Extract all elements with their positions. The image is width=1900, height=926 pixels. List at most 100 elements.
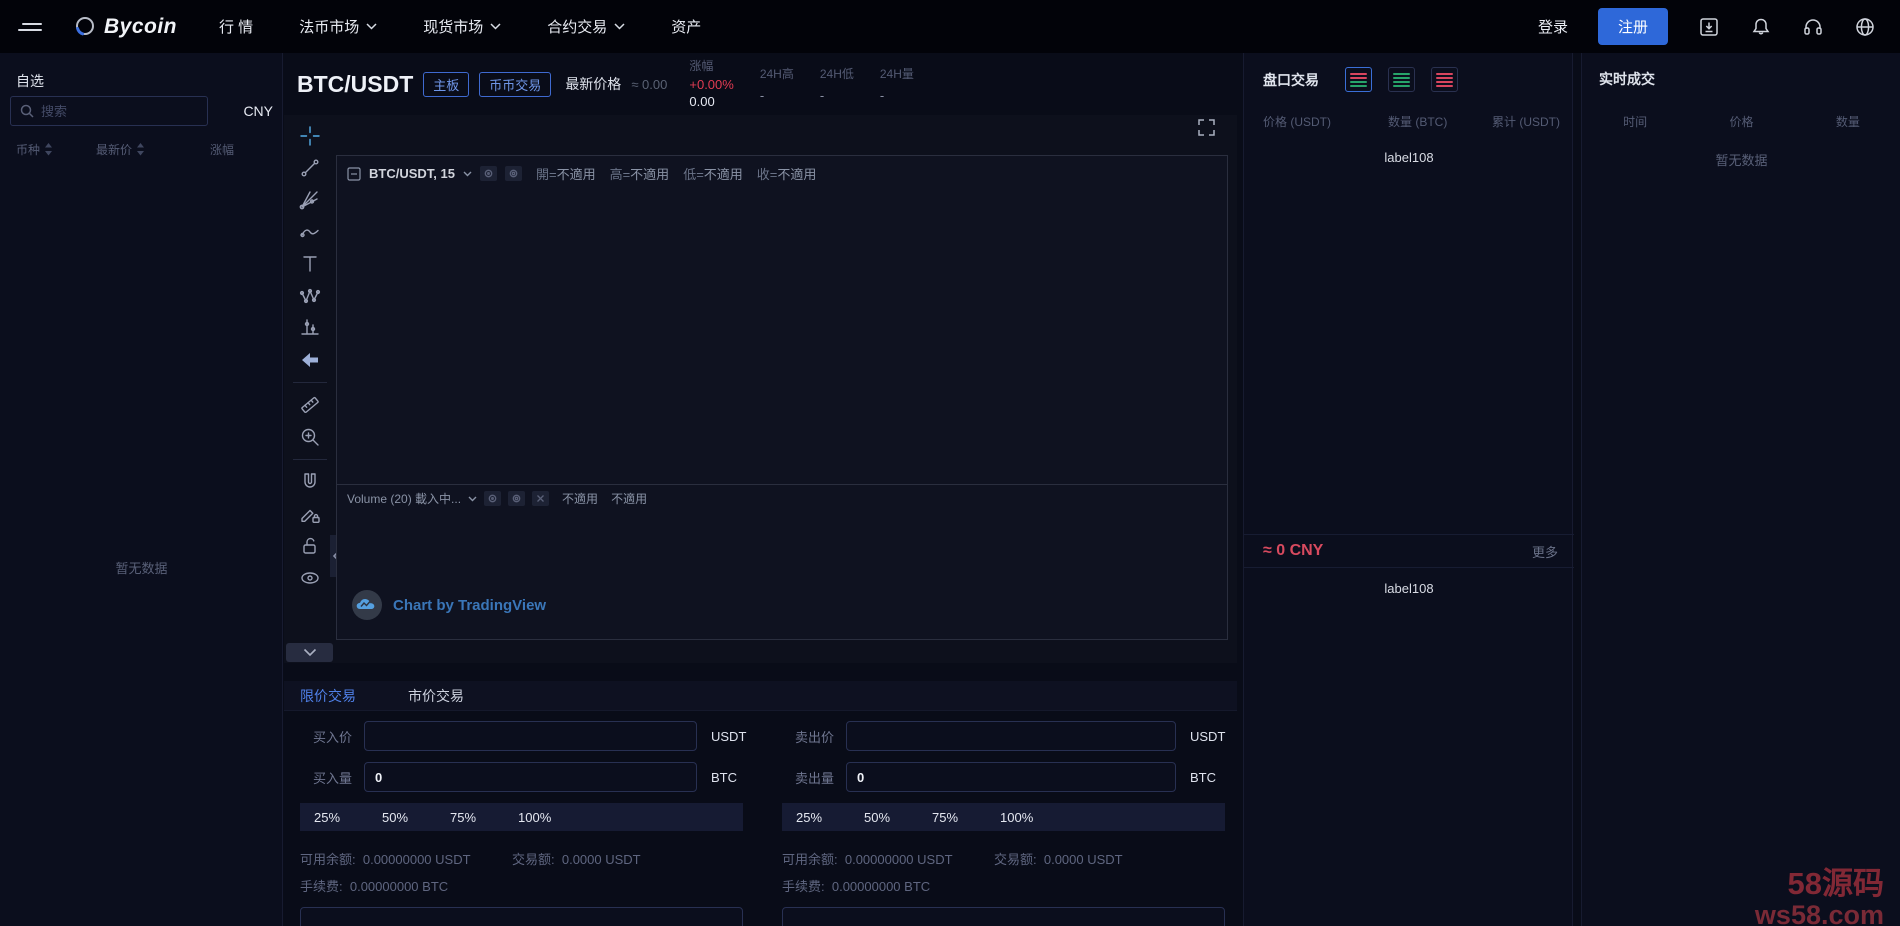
more-link[interactable]: 更多 [1532,542,1558,561]
column-coin[interactable]: 币种 [16,141,53,158]
eye-icon[interactable] [480,166,497,181]
ruler-icon[interactable] [292,390,328,420]
register-button[interactable]: 注册 [1598,8,1668,45]
globe-icon[interactable] [1854,16,1876,38]
buy-percent-100[interactable]: 100% [504,810,572,825]
sell-available: 0.00000000 USDT [845,852,953,867]
volume-value: 不適用 [562,490,598,507]
logo-icon [72,14,98,40]
currency-selector[interactable]: CNY [243,103,273,119]
trade-tabs: 限价交易 市价交易 [284,681,1237,711]
toolbar-divider [293,459,327,460]
settings-icon[interactable] [508,491,525,506]
search-icon [19,103,35,119]
close-icon[interactable] [532,491,549,506]
pane-divider[interactable] [337,484,1227,485]
eye-icon[interactable] [292,563,328,593]
nav-item-contract[interactable]: 合约交易 [547,16,625,37]
magnet-icon[interactable] [292,467,328,497]
login-link[interactable]: 登录 [1538,16,1568,37]
trades-empty: 暂无数据 [1582,150,1900,169]
buy-price-input[interactable] [364,721,697,751]
tab-limit-order[interactable]: 限价交易 [300,686,356,706]
brush-icon[interactable] [292,217,328,247]
sell-percent-50[interactable]: 50% [850,810,918,825]
draw-lock-icon[interactable] [292,499,328,529]
nav-item-assets[interactable]: 资产 [671,16,701,37]
sell-percent-25[interactable]: 25% [782,810,850,825]
nav-item-spot[interactable]: 现货市场 [423,16,501,37]
sell-price-unit: USDT [1190,729,1234,744]
nav-item-market[interactable]: 行 情 [219,16,253,37]
sell-amount-label: 卖出量 [782,768,834,787]
chevron-down-icon [303,648,317,657]
sell-percent-bar: 25% 50% 75% 100% [782,803,1225,831]
watermark-line2: ws58.com [1755,901,1884,926]
gann-lines-icon[interactable] [292,185,328,215]
search-input[interactable] [10,96,208,126]
sell-percent-75[interactable]: 75% [918,810,986,825]
crosshair-icon[interactable] [292,121,328,151]
chart-symbol[interactable]: BTC/USDT, 15 [369,166,455,181]
buy-total: 0.0000 USDT [562,852,641,867]
toolbar-collapse-button[interactable] [286,643,333,662]
bell-icon[interactable] [1750,16,1772,38]
asks-placeholder: label108 [1244,150,1574,165]
headset-icon[interactable] [1802,16,1824,38]
lock-icon[interactable] [292,531,328,561]
download-icon[interactable] [1698,16,1720,38]
forecast-icon[interactable] [292,313,328,343]
collapse-pane-icon[interactable] [347,167,361,181]
chart-toolbar [284,115,336,663]
sell-amount-unit: BTC [1190,770,1234,785]
chevron-down-icon [490,23,501,30]
chevron-down-icon[interactable] [463,171,472,177]
arrow-left-icon[interactable] [292,345,328,375]
sell-price-input[interactable] [846,721,1176,751]
sell-price-label: 卖出价 [782,727,834,746]
logo[interactable]: Bycoin [72,14,177,40]
buy-amount-input[interactable] [364,762,697,792]
main-menu: 行 情 法币市场 现货市场 合约交易 资产 [219,16,747,37]
menu-icon[interactable] [14,16,46,38]
eye-icon[interactable] [484,491,501,506]
nav-item-fiat[interactable]: 法币市场 [299,16,377,37]
column-last-price[interactable]: 最新价 [96,141,145,158]
chart-legend: BTC/USDT, 15 開=不適用 高=不適用 低=不適用 收=不適用 [347,164,816,183]
attribution-text: Chart by TradingView [393,597,546,614]
price-in-cny: ≈ 0 CNY [1263,542,1323,560]
realtime-trades-panel: 实时成交 时间 价格 数量 暂无数据 [1581,53,1900,926]
view-both-icon[interactable] [1345,67,1372,92]
ohlc-close: 收=不適用 [757,164,817,183]
ohlc-open: 開=不適用 [536,164,596,183]
fullscreen-icon[interactable] [1198,119,1215,141]
trendline-icon[interactable] [292,153,328,183]
view-asks-icon[interactable] [1431,67,1458,92]
buy-submit-area[interactable] [300,907,743,926]
tab-market-order[interactable]: 市价交易 [408,686,464,706]
chart-canvas[interactable]: BTC/USDT, 15 開=不適用 高=不適用 低=不適用 收=不適用 Vol… [336,155,1228,640]
pattern-icon[interactable] [292,281,328,311]
board-badge: 主板 [423,72,469,97]
chevron-down-icon[interactable] [468,496,477,502]
main-panel: BTC/USDT 主板 币币交易 最新价格 ≈ 0.00 涨幅 +0.00% 0… [284,53,1237,926]
sell-submit-area[interactable] [782,907,1225,926]
buy-percent-75[interactable]: 75% [436,810,504,825]
view-bids-icon[interactable] [1388,67,1415,92]
buy-percent-50[interactable]: 50% [368,810,436,825]
tradingview-attribution[interactable]: Chart by TradingView [351,589,546,621]
stat-24h-low: 24H低- [820,65,854,103]
settings-icon[interactable] [505,166,522,181]
sell-amount-input[interactable] [846,762,1176,792]
buy-percent-bar: 25% 50% 75% 100% [300,803,743,831]
top-navbar: Bycoin 行 情 法币市场 现货市场 合约交易 资产 登录 注册 [0,0,1900,53]
tradingview-logo-icon [351,589,383,621]
buy-percent-25[interactable]: 25% [300,810,368,825]
volume-label[interactable]: Volume (20) 載入中... [347,490,461,507]
sell-percent-100[interactable]: 100% [986,810,1054,825]
text-icon[interactable] [292,249,328,279]
sort-icon [44,143,53,156]
site-watermark: 58源码 ws58.com [1755,868,1884,926]
watchlist-empty: 暂无数据 [0,558,283,577]
zoom-in-icon[interactable] [292,422,328,452]
